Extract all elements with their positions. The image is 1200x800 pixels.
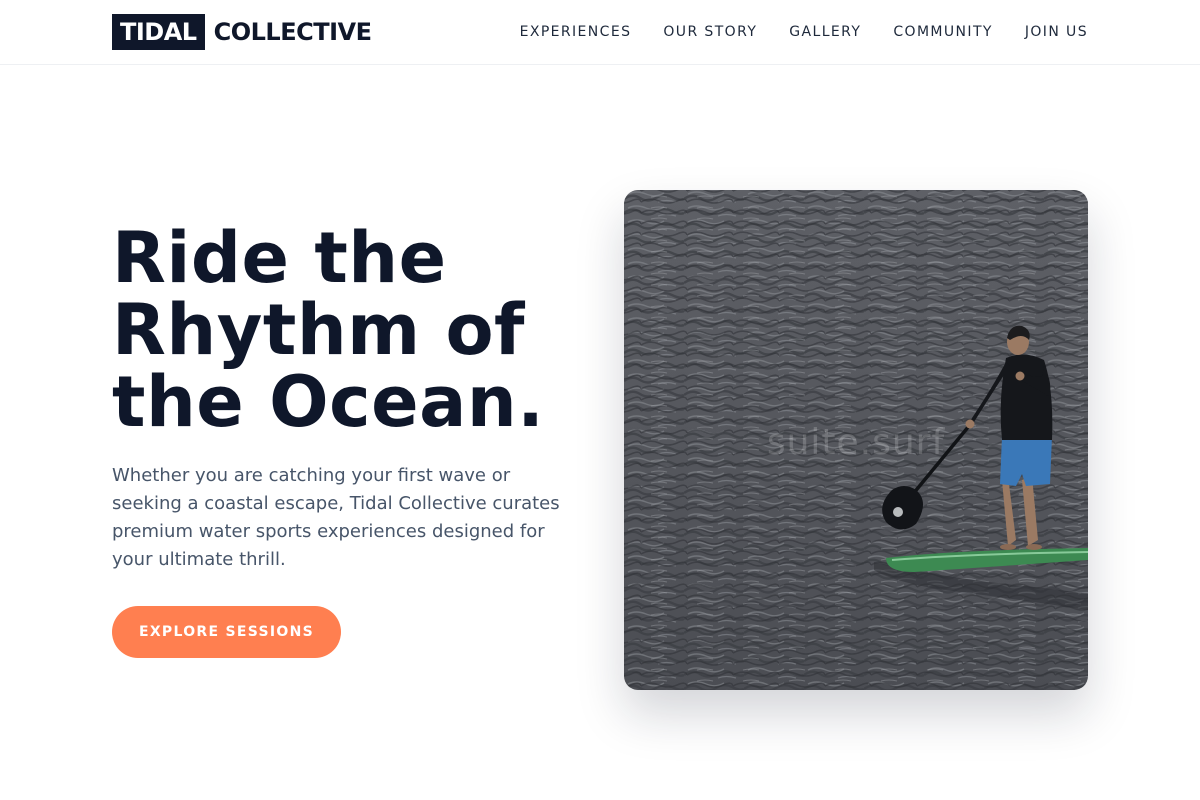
hero-title-line: the Ocean. [112,361,545,443]
nav-community[interactable]: COMMUNITY [893,24,993,40]
nav-experiences[interactable]: EXPERIENCES [520,24,632,40]
explore-sessions-button[interactable]: EXPLORE SESSIONS [112,606,341,658]
image-watermark: suite.surf [766,422,946,463]
nav-join-us[interactable]: JOIN US [1025,24,1088,40]
nav-our-story[interactable]: OUR STORY [663,24,757,40]
hero-subtitle: Whether you are catching your first wave… [112,465,560,570]
hero-title-line: Rhythm of [112,289,526,371]
hero-title: Ride the Rhythm of the Ocean. [112,222,592,438]
logo-text: COLLECTIVE [213,18,372,46]
brand-logo[interactable]: TIDAL COLLECTIVE [112,14,372,50]
main-nav: EXPERIENCES OUR STORY GALLERY COMMUNITY … [520,0,1088,64]
logo-box: TIDAL [112,14,205,50]
hero-title-line: Ride the [112,217,447,299]
site-header: TIDAL COLLECTIVE EXPERIENCES OUR STORY G… [0,0,1200,65]
hero-image: suite.surf [624,190,1088,690]
nav-gallery[interactable]: GALLERY [789,24,861,40]
